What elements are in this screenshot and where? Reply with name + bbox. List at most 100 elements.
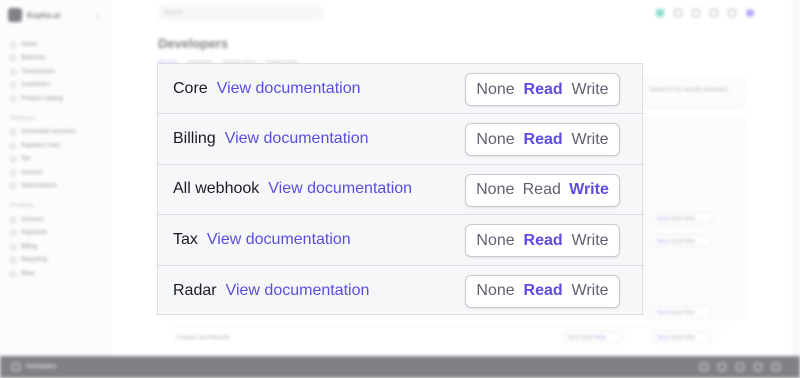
option-none[interactable]: None (476, 181, 514, 199)
test-mode-icon[interactable] (656, 9, 664, 17)
pill-read: Read (670, 310, 683, 316)
option-write[interactable]: Write (572, 282, 609, 300)
sidebar-item[interactable]: Product catalog (8, 92, 101, 106)
help-icon[interactable] (692, 9, 700, 17)
sidebar-item[interactable]: More (8, 267, 101, 281)
permission-row: Tax View documentation None Read Write (158, 215, 644, 266)
option-none[interactable]: None (476, 232, 514, 250)
permission-row: Core View documentation None Read Write (158, 64, 644, 115)
permission-name: Billing (173, 130, 216, 148)
bottom-bar-label[interactable]: Developers (26, 364, 56, 370)
option-write[interactable]: Write (572, 131, 609, 149)
pill-write: Write (683, 239, 696, 245)
sidebar-item[interactable]: Home (8, 38, 101, 52)
sidebar: Kepha.ai ⌄ Home Balances Transactions Cu… (0, 0, 110, 356)
bottom-bar-icons (700, 363, 800, 371)
sidebar-item-label: Connect (21, 216, 44, 223)
pill-read: Read (670, 335, 683, 341)
permission-segmented-control: None Read Write (465, 173, 620, 207)
option-write[interactable]: Write (569, 181, 609, 199)
sidebar-item[interactable]: Balances (8, 52, 101, 66)
dock-icon[interactable] (718, 363, 726, 371)
option-read[interactable]: Read (524, 232, 563, 250)
option-read[interactable]: Read (524, 81, 563, 99)
invoice-icon (10, 169, 16, 176)
sidebar-item[interactable]: Reporting ⌄ (8, 254, 101, 268)
tax-icon (10, 156, 16, 163)
option-none[interactable]: None (476, 282, 514, 300)
permissions-panel: Core View documentation None Read Write Billi… (157, 63, 644, 315)
permission-name: All webhook (173, 180, 260, 198)
connect-icon (10, 129, 16, 136)
bg-permission-pill[interactable]: None Read Write (652, 306, 712, 318)
permission-row: All webhook View documentation None Read Wri… (158, 165, 644, 216)
subscription-icon (10, 183, 16, 190)
option-read[interactable]: Read (524, 131, 563, 149)
chevron-down-icon: ⌄ (94, 10, 101, 20)
sidebar-item[interactable]: Connected accounts (8, 126, 101, 140)
sidebar-item[interactable]: Invoices (8, 166, 101, 180)
sidebar-item[interactable]: Customers (8, 79, 101, 93)
sidebar-item-label: Payment Links (21, 142, 61, 149)
permission-row: Billing View documentation None Read Write (158, 114, 644, 165)
view-documentation-link[interactable]: View documentation (268, 180, 412, 198)
brand[interactable]: Kepha.ai ⌄ (8, 8, 101, 22)
sidebar-item-label: Tax (21, 156, 31, 163)
sidebar-item-label: Home (21, 41, 38, 48)
view-documentation-link[interactable]: View documentation (226, 282, 370, 300)
option-none[interactable]: None (476, 131, 514, 149)
permission-segmented-control: None Read Write (465, 274, 620, 308)
sidebar-item-label: Reporting (21, 257, 48, 264)
scrollbar[interactable] (793, 0, 800, 356)
billing-icon (10, 243, 16, 250)
warning-icon[interactable] (754, 363, 762, 371)
apps-icon[interactable] (674, 9, 682, 17)
sidebar-item-label: Payments (21, 230, 48, 237)
sidebar-item-label: Balances (21, 55, 46, 62)
gear-icon[interactable] (728, 9, 736, 17)
table-row-label: Charges and Refunds (176, 335, 230, 341)
terminal-icon (12, 363, 20, 371)
view-documentation-link[interactable]: View documentation (217, 80, 361, 98)
option-write[interactable]: Write (572, 81, 609, 99)
bg-permission-pill[interactable]: None Read Write (652, 331, 712, 343)
search-input[interactable]: Search (158, 5, 323, 21)
sidebar-item[interactable]: Tax (8, 153, 101, 167)
bg-permission-pill[interactable]: None Read Write (652, 212, 712, 224)
sidebar-item[interactable]: Transactions (8, 65, 101, 79)
option-read[interactable]: Read (524, 282, 563, 300)
sidebar-item[interactable]: Billing ⌄ (8, 240, 101, 254)
view-documentation-link[interactable]: View documentation (207, 231, 351, 249)
brand-logo-icon (8, 8, 22, 22)
more-icon (10, 270, 16, 277)
search-placeholder: Search (164, 10, 184, 16)
sidebar-item[interactable]: Subscriptions (8, 180, 101, 194)
bg-permission-pill[interactable]: None Read Write (652, 235, 712, 247)
sidebar-item-label: Customers (21, 82, 51, 89)
notifications-icon[interactable] (710, 9, 718, 17)
bg-permission-pill[interactable]: None Read Write (563, 331, 623, 343)
close-icon[interactable] (772, 363, 780, 371)
view-documentation-link[interactable]: View documentation (225, 130, 369, 148)
permission-segmented-control: None Read Write (465, 73, 620, 106)
permission-segmented-control: None Read Write (465, 224, 620, 258)
option-write[interactable]: Write (572, 232, 609, 250)
expand-icon[interactable] (736, 363, 744, 371)
avatar[interactable] (746, 9, 754, 17)
option-read[interactable]: Read (523, 181, 561, 199)
pill-none: None (657, 335, 669, 341)
sidebar-item-label: More (21, 270, 35, 277)
connect-icon (10, 216, 16, 223)
sidebar-item[interactable]: Payment Links (8, 139, 101, 153)
sidebar-item[interactable]: Payments ⌄ (8, 227, 101, 241)
sidebar-item-label: Product catalog (21, 95, 63, 102)
option-none[interactable]: None (476, 81, 514, 99)
table-row: Charges and Refunds None Read Write (168, 326, 728, 348)
home-icon[interactable] (700, 363, 708, 371)
pill-none: None (657, 310, 669, 316)
sidebar-item[interactable]: Connect ⌄ (8, 213, 101, 227)
shortcuts-title: Shortcuts (10, 115, 36, 122)
transactions-icon (10, 68, 16, 75)
sidebar-item-label: Transactions (21, 68, 56, 75)
home-icon (10, 41, 16, 48)
